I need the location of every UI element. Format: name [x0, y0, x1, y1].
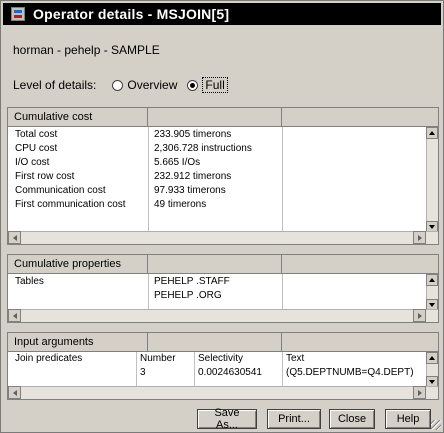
input-arguments-header-cell[interactable]: Input arguments — [8, 333, 148, 351]
cumulative-cost-hscroll[interactable] — [8, 231, 438, 244]
table-cell-number: 3 — [140, 367, 146, 378]
arrow-left-icon — [12, 389, 17, 396]
table-row-name: Tables — [15, 276, 44, 287]
table-cell-selectivity: 0.0024630541 — [198, 367, 262, 378]
cumulative-cost-extra-header[interactable] — [282, 108, 426, 126]
table-cell-text: (Q5.DEPTNUMB=Q4.DEPT) — [286, 367, 414, 378]
table-row-value: PEHELP .ORG — [154, 290, 222, 301]
save-as-button[interactable]: Save As... — [197, 407, 257, 431]
radio-full[interactable]: Full — [187, 77, 228, 93]
scroll-up-button[interactable] — [426, 274, 438, 286]
cumulative-cost-vscroll[interactable] — [426, 127, 438, 233]
cumulative-properties-table: Cumulative properties Tables PEHELP .STA… — [7, 254, 439, 323]
title-bar[interactable]: Operator details - MSJOIN[5] — [3, 3, 441, 25]
input-arguments-header: Input arguments — [8, 333, 438, 352]
cumulative-properties-header-cell[interactable]: Cumulative properties — [8, 255, 148, 273]
table-row-value: 2,306.728 instructions — [154, 143, 252, 154]
scroll-right-button[interactable] — [413, 309, 426, 322]
arrow-right-icon — [417, 312, 422, 319]
radio-overview-label[interactable]: Overview — [127, 78, 177, 92]
cumulative-properties-header: Cumulative properties — [8, 255, 438, 274]
cumulative-cost-header-cell[interactable]: Cumulative cost — [8, 108, 148, 126]
cumulative-properties-extra-header[interactable] — [282, 255, 426, 273]
arrow-up-icon — [429, 131, 435, 135]
arrow-up-icon — [429, 356, 435, 360]
table-row-value: 49 timerons — [154, 199, 207, 210]
operator-details-dialog: Operator details - MSJOIN[5] horman - pe… — [0, 0, 444, 433]
table-row-value: 233.905 timerons — [154, 129, 232, 140]
table-row-name: First communication cost — [15, 199, 126, 210]
close-button[interactable]: Close — [329, 409, 375, 429]
scroll-left-button[interactable] — [8, 386, 21, 399]
radio-overview-indicator[interactable] — [112, 79, 124, 91]
column-header-selectivity: Selectivity — [198, 353, 244, 364]
cumulative-cost-value-header[interactable] — [148, 108, 282, 126]
radio-full-indicator[interactable] — [187, 79, 199, 91]
arrow-down-icon — [429, 303, 435, 307]
table-row-name: First row cost — [15, 171, 75, 182]
arrow-right-icon — [417, 389, 422, 396]
print-button[interactable]: Print... — [267, 409, 321, 429]
table-row-value: 232.912 timerons — [154, 171, 232, 182]
column-header-text: Text — [286, 353, 305, 364]
scroll-right-button[interactable] — [413, 386, 426, 399]
cumulative-properties-vscroll[interactable] — [426, 274, 438, 311]
table-row-name: I/O cost — [15, 157, 50, 168]
table-row-value: PEHELP .STAFF — [154, 276, 230, 287]
scroll-up-button[interactable] — [426, 127, 438, 139]
radio-full-label[interactable]: Full — [202, 77, 228, 93]
scroll-up-button[interactable] — [426, 352, 438, 364]
column-header-number: Number — [140, 353, 176, 364]
table-row-value: 97.933 timerons — [154, 185, 226, 196]
help-button[interactable]: Help — [385, 409, 431, 429]
cumulative-cost-header: Cumulative cost — [8, 108, 438, 127]
radio-overview[interactable]: Overview — [112, 78, 177, 92]
input-arguments-extra-header[interactable] — [282, 333, 426, 351]
join-predicates-label: Join predicates — [15, 353, 83, 364]
scroll-left-button[interactable] — [8, 309, 21, 322]
resize-grip[interactable] — [431, 420, 441, 430]
arrow-up-icon — [429, 278, 435, 282]
input-arguments-hscroll[interactable] — [8, 386, 438, 399]
arrow-right-icon — [417, 234, 422, 241]
table-row-name: Total cost — [15, 129, 58, 140]
input-arguments-value-header[interactable] — [148, 333, 282, 351]
context-label: horman - pehelp - SAMPLE — [13, 43, 160, 57]
cumulative-properties-hscroll[interactable] — [8, 309, 438, 322]
arrow-down-icon — [429, 380, 435, 384]
input-arguments-vscroll[interactable] — [426, 352, 438, 388]
table-row-value: 5.665 I/Os — [154, 157, 201, 168]
scroll-right-button[interactable] — [413, 231, 426, 244]
arrow-down-icon — [429, 225, 435, 229]
level-of-details-label: Level of details: — [13, 78, 97, 92]
cumulative-cost-table: Cumulative cost Total cost 233.905 timer… — [7, 107, 439, 245]
table-row-name: Communication cost — [15, 185, 106, 196]
table-row-name: CPU cost — [15, 143, 58, 154]
operator-icon — [11, 7, 25, 21]
input-arguments-table: Input arguments Join predicates Number S… — [7, 332, 439, 400]
level-of-details-group: Level of details: Overview Full — [13, 77, 238, 93]
cumulative-properties-value-header[interactable] — [148, 255, 282, 273]
arrow-left-icon — [12, 312, 17, 319]
arrow-left-icon — [12, 234, 17, 241]
scroll-left-button[interactable] — [8, 231, 21, 244]
window-title: Operator details - MSJOIN[5] — [33, 6, 230, 22]
